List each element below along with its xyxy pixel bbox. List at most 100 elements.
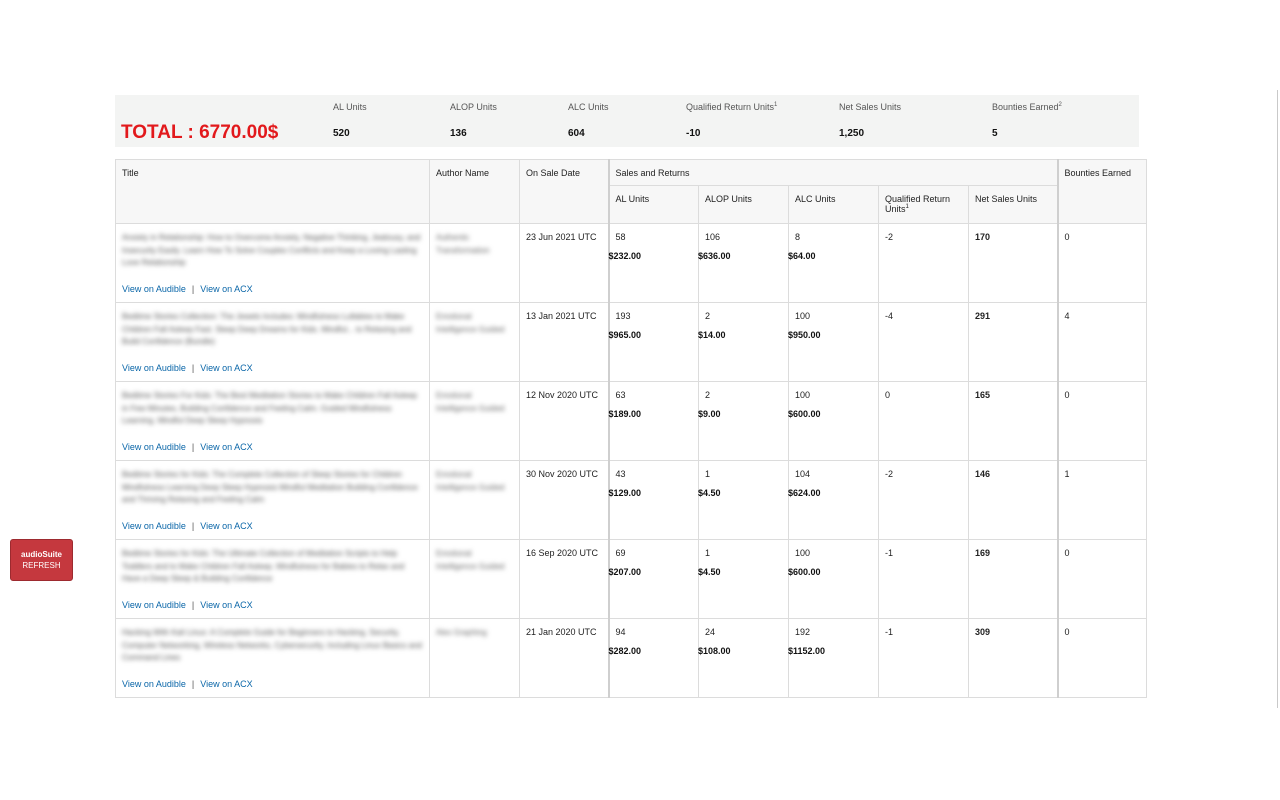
al-units-cell: 43 $129.00 <box>607 460 699 540</box>
summary-label: ALOP Units <box>450 102 497 112</box>
summary-value: 136 <box>450 128 467 139</box>
author-cell: Alex Graphing <box>429 618 520 698</box>
total-amount: TOTAL : 6770.00$ <box>121 122 279 143</box>
link-separator: | <box>191 521 195 531</box>
header-qualified-return-units: Qualified Return Units1 <box>878 185 969 224</box>
al-units-value: 94 <box>615 627 626 637</box>
view-on-audible-link[interactable]: View on Audible <box>122 284 186 294</box>
link-separator: | <box>191 600 195 610</box>
alc-units-value: 104 <box>795 469 811 479</box>
author-name: Authentic Transformation <box>436 233 490 255</box>
alc-units-value: 8 <box>795 232 801 242</box>
header-bounties-earned: Bounties Earned <box>1056 159 1147 224</box>
on-sale-date-cell: 21 Jan 2020 UTC <box>519 618 609 698</box>
alc-units-cell: 8 $64.00 <box>788 223 879 303</box>
header-on-sale-date: On Sale Date <box>519 159 609 224</box>
alop-units-value: 106 <box>705 232 721 242</box>
table-row: Anxiety in Relationship: How to Overcome… <box>115 223 1147 303</box>
alop-amount: $14.00 <box>698 330 726 340</box>
on-sale-date-cell: 16 Sep 2020 UTC <box>519 539 609 619</box>
alop-amount: $4.50 <box>698 488 721 498</box>
qualified-return-units-cell: -2 <box>878 223 969 303</box>
bounties-earned-cell: 0 <box>1056 618 1147 698</box>
summary-al-units: AL Units 520 <box>333 102 367 139</box>
alc-units-value: 100 <box>795 548 811 558</box>
view-on-acx-link[interactable]: View on ACX <box>200 679 252 689</box>
al-units-cell: 193 $965.00 <box>607 302 699 382</box>
author-name: Alex Graphing <box>436 628 487 637</box>
view-on-audible-link[interactable]: View on Audible <box>122 442 186 452</box>
al-units-value: 69 <box>615 548 626 558</box>
net-sales-units-cell: 291 <box>968 302 1058 382</box>
al-units-cell: 63 $189.00 <box>607 381 699 461</box>
alc-units-cell: 192 $1152.00 <box>788 618 879 698</box>
net-sales-units-cell: 170 <box>968 223 1058 303</box>
alop-amount: $108.00 <box>698 646 731 656</box>
title-cell: Bedtime Stories For Kids: The Best Medit… <box>115 381 430 461</box>
view-on-acx-link[interactable]: View on ACX <box>200 442 252 452</box>
bounties-earned-cell: 0 <box>1056 223 1147 303</box>
header-title: Title <box>115 159 430 224</box>
summary-label: AL Units <box>333 102 367 112</box>
view-on-audible-link[interactable]: View on Audible <box>122 600 186 610</box>
alop-units-cell: 2 $9.00 <box>698 381 789 461</box>
footnote-marker: 1 <box>774 102 778 108</box>
table-row: Hacking With Kali Linux: A Complete Guid… <box>115 618 1147 698</box>
alop-amount: $636.00 <box>698 251 731 261</box>
view-on-audible-link[interactable]: View on Audible <box>122 679 186 689</box>
header-net-sales-units: Net Sales Units <box>968 185 1058 224</box>
alc-amount: $950.00 <box>788 330 821 340</box>
author-cell: Emotional Intelligence Guided <box>429 460 520 540</box>
author-name: Emotional Intelligence Guided <box>436 312 505 334</box>
summary-value: 604 <box>568 128 585 139</box>
alop-amount: $9.00 <box>698 409 721 419</box>
bounties-earned-cell: 1 <box>1056 460 1147 540</box>
bounties-earned-cell: 0 <box>1056 539 1147 619</box>
book-title: Bedtime Stories For Kids: The Best Medit… <box>122 391 418 425</box>
table-row: Bedtime Stories for Kids: The Complete C… <box>115 460 1147 540</box>
header-alop-units: ALOP Units <box>698 185 789 224</box>
summary-label: Net Sales Units <box>839 102 902 112</box>
bounties-earned-cell: 0 <box>1056 381 1147 461</box>
title-cell: Bedtime Stories for Kids: The Ultimate C… <box>115 539 430 619</box>
view-on-acx-link[interactable]: View on ACX <box>200 284 252 294</box>
book-title: Anxiety in Relationship: How to Overcome… <box>122 233 421 267</box>
al-amount: $965.00 <box>608 330 642 340</box>
on-sale-date-cell: 23 Jun 2021 UTC <box>519 223 609 303</box>
alc-units-value: 100 <box>795 311 811 321</box>
al-units-value: 63 <box>615 390 626 400</box>
view-on-audible-link[interactable]: View on Audible <box>122 521 186 531</box>
header-al-units: AL Units <box>607 185 699 224</box>
author-name: Emotional Intelligence Guided <box>436 391 505 413</box>
alc-amount: $600.00 <box>788 409 821 419</box>
alop-amount: $4.50 <box>698 567 721 577</box>
alc-units-cell: 100 $600.00 <box>788 381 879 461</box>
alop-units-cell: 1 $4.50 <box>698 539 789 619</box>
header-alc-units: ALC Units <box>788 185 879 224</box>
al-units-value: 193 <box>615 311 631 321</box>
qualified-return-units-cell: 0 <box>878 381 969 461</box>
view-on-acx-link[interactable]: View on ACX <box>200 363 252 373</box>
alc-amount: $64.00 <box>788 251 816 261</box>
summary-label: Qualified Return Units1 <box>686 102 778 112</box>
link-separator: | <box>191 679 195 689</box>
al-amount: $207.00 <box>608 567 642 577</box>
alc-units-value: 192 <box>795 627 811 637</box>
summary-value: 5 <box>992 128 998 139</box>
row-links: View on Audible | View on ACX <box>122 521 253 531</box>
net-sales-units-cell: 169 <box>968 539 1058 619</box>
view-on-acx-link[interactable]: View on ACX <box>200 521 252 531</box>
row-links: View on Audible | View on ACX <box>122 442 253 452</box>
on-sale-date-cell: 30 Nov 2020 UTC <box>519 460 609 540</box>
window-edge-line <box>1277 90 1278 708</box>
summary-alc-units: ALC Units 604 <box>568 102 609 139</box>
view-on-acx-link[interactable]: View on ACX <box>200 600 252 610</box>
author-cell: Emotional Intelligence Guided <box>429 539 520 619</box>
al-amount: $189.00 <box>608 409 642 419</box>
refresh-button-label: REFRESH <box>22 561 61 570</box>
audiosuite-refresh-button[interactable]: audioSuite REFRESH <box>10 539 73 581</box>
net-sales-units-cell: 146 <box>968 460 1058 540</box>
alc-amount: $1152.00 <box>788 646 826 656</box>
view-on-audible-link[interactable]: View on Audible <box>122 363 186 373</box>
sales-report-table: Title Author Name On Sale Date Sales and… <box>115 159 1147 698</box>
